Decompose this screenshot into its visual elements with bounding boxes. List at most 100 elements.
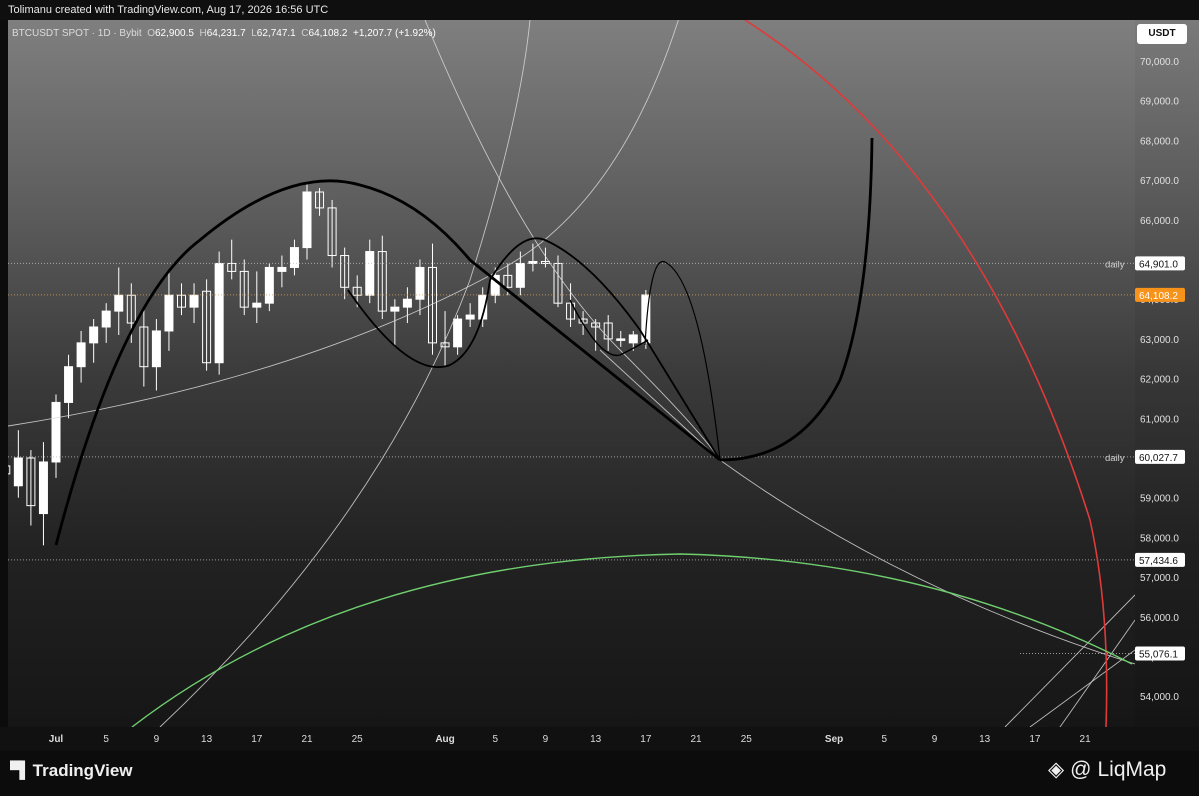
- liqmap-logo-text: LiqMap: [1097, 757, 1167, 781]
- wave-curve: [569, 299, 649, 357]
- time-tick-label: 9: [932, 734, 938, 745]
- price-tick-label: 70,000.0: [1140, 57, 1179, 68]
- analysis-line: [159, 20, 531, 727]
- price-level-value: 64,108.2: [1139, 291, 1178, 302]
- candle-up: [51, 401, 61, 463]
- time-tick-label: Sep: [825, 734, 843, 745]
- candle-up: [13, 457, 23, 487]
- time-tick-label: 25: [352, 734, 364, 745]
- candle-up: [38, 461, 48, 515]
- candle-up: [365, 251, 375, 296]
- candle-up: [89, 326, 99, 344]
- candle-up: [214, 262, 224, 364]
- analysis-line: [1029, 649, 1135, 727]
- time-tick-label: 13: [201, 734, 213, 745]
- candle-up: [390, 306, 400, 312]
- wave-curve: [347, 237, 721, 461]
- tradingview-mark-icon: ▀▌: [10, 762, 31, 779]
- candle-up: [289, 247, 299, 268]
- legend-close: 64,108.2: [308, 28, 348, 39]
- analysis-line: [719, 459, 1135, 665]
- candle-up: [616, 338, 626, 341]
- legend-low: 62,747.1: [256, 28, 296, 39]
- chart-svg: 54,000.055,000.056,000.057,000.058,000.0…: [8, 20, 1185, 745]
- price-tick-label: 58,000.0: [1140, 533, 1179, 544]
- time-tick-label: 13: [979, 734, 991, 745]
- candle-up: [302, 191, 312, 249]
- candle-up: [453, 318, 463, 348]
- binance-diamond-icon: ◈: [1048, 758, 1065, 781]
- candle-up: [465, 314, 475, 320]
- candle-up: [76, 342, 86, 368]
- price-tick-label: 68,000.0: [1140, 136, 1179, 147]
- price-tick-label: 67,000.0: [1140, 176, 1179, 187]
- time-tick-label: 5: [882, 734, 888, 745]
- projection-curve: [719, 137, 874, 462]
- analysis-line: [1004, 594, 1135, 727]
- analysis-line: [424, 20, 721, 461]
- legend-change: +1,207.7 (+1.92%): [353, 28, 436, 39]
- price-level-value: 57,434.6: [1139, 556, 1178, 567]
- candle-up: [628, 334, 638, 344]
- price-tick-label: 57,000.0: [1140, 573, 1179, 584]
- price-level-value: 64,901.0: [1139, 259, 1178, 270]
- price-level-value: 60,027.7: [1139, 453, 1178, 464]
- candle-up: [277, 266, 287, 272]
- liqmap-logo: ◈ @ LiqMap: [1048, 757, 1166, 782]
- liqmap-at: @: [1070, 757, 1092, 781]
- price-tick-label: 66,000.0: [1140, 216, 1179, 227]
- candle-up: [402, 298, 412, 308]
- time-tick-label: 21: [1080, 734, 1092, 745]
- price-tick-label: 61,000.0: [1140, 414, 1179, 425]
- legend-o-label: O: [147, 28, 155, 39]
- price-level-value: 55,076.1: [1139, 649, 1178, 660]
- symbol-legend[interactable]: BTCUSDT SPOT · 1D · Bybit O62,900.5 H64,…: [12, 28, 436, 39]
- candles-layer: [8, 184, 651, 546]
- time-tick-label: Jul: [49, 734, 64, 745]
- price-level-tag: daily: [1105, 259, 1125, 270]
- analysis-line: [599, 349, 721, 461]
- time-tick-label: 17: [251, 734, 263, 745]
- time-tick-label: 17: [640, 734, 652, 745]
- candle-up: [114, 294, 124, 312]
- price-tick-label: 63,000.0: [1140, 335, 1179, 346]
- price-tick-label: 69,000.0: [1140, 97, 1179, 108]
- candle-down: [8, 465, 11, 475]
- tradingview-logo-text: TradingView: [32, 761, 133, 780]
- legend-symbol: BTCUSDT SPOT · 1D · Bybit: [12, 28, 142, 39]
- drawings-layer: [8, 20, 1135, 727]
- price-tick-label: 56,000.0: [1140, 613, 1179, 624]
- legend-h-label: H: [199, 28, 207, 39]
- price-level-tag: daily: [1105, 453, 1125, 464]
- time-tick-label: 21: [301, 734, 313, 745]
- currency-button[interactable]: USDT: [1137, 24, 1187, 44]
- candle-up: [264, 266, 274, 304]
- candle-up: [151, 330, 161, 368]
- labels-layer: 54,000.055,000.056,000.057,000.058,000.0…: [49, 57, 1185, 745]
- time-tick-label: 17: [1029, 734, 1041, 745]
- legend-open: 62,900.5: [155, 28, 194, 39]
- tradingview-logo: ▀▌ TradingView: [10, 761, 133, 781]
- time-tick-label: 25: [741, 734, 753, 745]
- candle-up: [164, 294, 174, 332]
- price-tick-label: 59,000.0: [1140, 494, 1179, 505]
- time-tick-label: 5: [103, 734, 109, 745]
- time-tick-label: Aug: [435, 734, 454, 745]
- price-tick-label: 62,000.0: [1140, 375, 1179, 386]
- analysis-line: [8, 20, 679, 427]
- candle-up: [101, 310, 111, 328]
- price-tick-label: 54,000.0: [1140, 692, 1179, 703]
- time-tick-label: 5: [492, 734, 498, 745]
- time-tick-label: 13: [590, 734, 602, 745]
- candle-up: [64, 366, 74, 403]
- time-tick-label: 9: [543, 734, 549, 745]
- candle-up: [515, 262, 525, 288]
- time-tick-label: 21: [690, 734, 702, 745]
- candle-up: [189, 294, 199, 308]
- red-arc: [744, 20, 1108, 727]
- candle-up: [252, 302, 262, 308]
- legend-high: 64,231.7: [206, 28, 246, 39]
- legend-c-label: C: [301, 28, 309, 39]
- time-tick-label: 9: [154, 734, 160, 745]
- green-arc: [131, 553, 1133, 727]
